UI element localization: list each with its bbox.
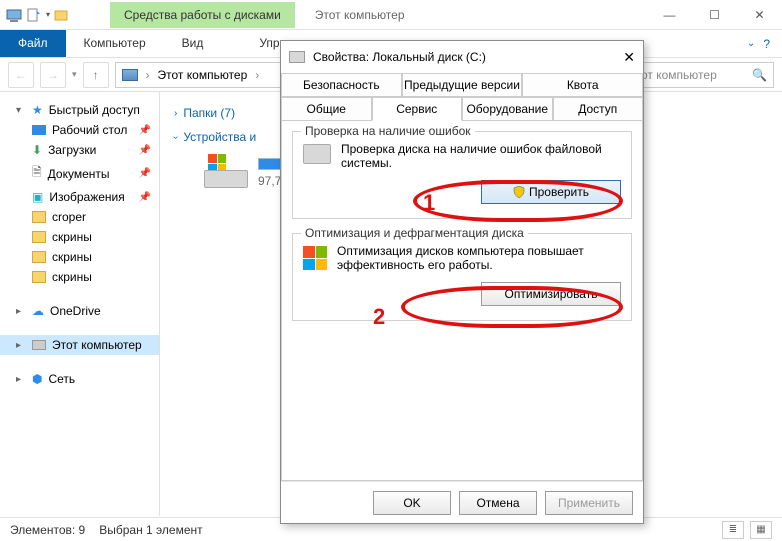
- defrag-icon: [303, 246, 327, 270]
- navigation-pane: ▾★Быстрый доступ Рабочий стол📌 ⬇Загрузки…: [0, 92, 160, 516]
- pc-icon: [32, 340, 46, 350]
- ribbon-expand-icon[interactable]: ⌄: [747, 38, 755, 49]
- breadcrumb-thispc[interactable]: Этот компьютер: [158, 68, 248, 82]
- shield-icon: [513, 186, 525, 198]
- status-selection: Выбран 1 элемент: [99, 523, 202, 537]
- folder-icon: [32, 251, 46, 263]
- document-icon: 🗎: [32, 163, 42, 184]
- sidebar-folder-croper[interactable]: croper: [0, 207, 159, 227]
- folder-icon: [32, 231, 46, 243]
- pin-icon: 📌: [139, 145, 151, 156]
- qat-properties-icon[interactable]: [26, 7, 42, 23]
- optimize-desc: Оптимизация дисков компьютера повышает э…: [337, 244, 621, 272]
- pictures-icon: ▣: [32, 190, 43, 204]
- sidebar-thispc[interactable]: ▸Этот компьютер: [0, 335, 159, 355]
- drive-icon: [204, 154, 248, 188]
- drive-icon: [289, 51, 305, 63]
- annotation-number-2: 2: [373, 304, 385, 330]
- folder-icon: [32, 271, 46, 283]
- file-menu[interactable]: Файл: [0, 30, 66, 57]
- cancel-button[interactable]: Отмена: [459, 491, 537, 515]
- apply-button[interactable]: Применить: [545, 491, 633, 515]
- cloud-icon: ☁: [32, 304, 44, 318]
- status-item-count: Элементов: 9: [10, 523, 85, 537]
- optimize-title: Оптимизация и дефрагментация диска: [301, 226, 528, 240]
- sidebar-folder-skriny[interactable]: скрины: [0, 267, 159, 287]
- hdd-icon: [303, 144, 331, 164]
- error-check-group: Проверка на наличие ошибок Проверка диск…: [292, 131, 632, 219]
- minimize-button[interactable]: —: [647, 0, 692, 30]
- tab-security[interactable]: Безопасность: [281, 73, 402, 97]
- pc-icon: [122, 69, 138, 81]
- close-button[interactable]: ✕: [737, 0, 782, 30]
- properties-dialog: Свойства: Локальный диск (C:) ✕ Безопасн…: [280, 40, 644, 524]
- nav-back-button[interactable]: ←: [8, 62, 34, 88]
- folder-icon: [32, 211, 46, 223]
- tab-previous-versions[interactable]: Предыдущие версии: [402, 73, 523, 97]
- sidebar-pictures[interactable]: ▣Изображения📌: [0, 187, 159, 207]
- sidebar-downloads[interactable]: ⬇Загрузки📌: [0, 140, 159, 160]
- optimize-button[interactable]: Оптимизировать: [481, 282, 621, 306]
- tab-sharing[interactable]: Доступ: [553, 97, 644, 121]
- optimize-group: Оптимизация и дефрагментация диска Оптим…: [292, 233, 632, 321]
- sidebar-folder-skriny[interactable]: скрины: [0, 247, 159, 267]
- tab-quota[interactable]: Квота: [522, 73, 643, 97]
- network-icon: ⬢: [32, 372, 42, 386]
- search-placeholder: от компьютер: [641, 68, 717, 82]
- dialog-title: Свойства: Локальный диск (C:): [313, 50, 486, 64]
- download-icon: ⬇: [32, 143, 42, 157]
- nav-up-button[interactable]: ↑: [83, 62, 109, 88]
- desktop-icon: [32, 125, 46, 135]
- tab-hardware[interactable]: Оборудование: [462, 97, 553, 121]
- chevron-right-icon[interactable]: ›: [144, 68, 152, 82]
- tab-general[interactable]: Общие: [281, 97, 372, 121]
- search-input[interactable]: от компьютер 🔍: [634, 62, 774, 88]
- menu-view[interactable]: Вид: [164, 30, 222, 57]
- check-button[interactable]: Проверить: [481, 180, 621, 204]
- window-title: Этот компьютер: [315, 8, 405, 22]
- search-icon: 🔍: [752, 68, 767, 82]
- view-tiles-button[interactable]: ▦: [750, 521, 772, 539]
- dialog-close-button[interactable]: ✕: [623, 49, 635, 66]
- view-details-button[interactable]: ≣: [722, 521, 744, 539]
- pin-icon: 📌: [139, 192, 151, 203]
- ok-button[interactable]: OK: [373, 491, 451, 515]
- qat-customize-icon[interactable]: ▾: [46, 10, 50, 19]
- ribbon-context-tab[interactable]: Средства работы с дисками: [110, 2, 295, 28]
- sidebar-network[interactable]: ▸⬢Сеть: [0, 369, 159, 389]
- chevron-right-icon: ›: [174, 108, 177, 119]
- sidebar-onedrive[interactable]: ▸☁OneDrive: [0, 301, 159, 321]
- sidebar-folder-skriny[interactable]: скрины: [0, 227, 159, 247]
- chevron-right-icon[interactable]: ›: [253, 68, 261, 82]
- error-check-title: Проверка на наличие ошибок: [301, 124, 475, 138]
- sidebar-quick-access[interactable]: ▾★Быстрый доступ: [0, 100, 159, 120]
- error-check-desc: Проверка диска на наличие ошибок файлово…: [341, 142, 621, 170]
- qat-newfolder-icon[interactable]: [54, 7, 70, 23]
- pin-icon: 📌: [139, 125, 151, 136]
- help-icon[interactable]: ?: [763, 37, 770, 51]
- pin-icon: 📌: [139, 168, 151, 179]
- nav-forward-button[interactable]: →: [40, 62, 66, 88]
- app-icon: [6, 7, 22, 23]
- tab-tools[interactable]: Сервис: [372, 97, 463, 121]
- sidebar-desktop[interactable]: Рабочий стол📌: [0, 120, 159, 140]
- nav-recent-icon[interactable]: ▾: [72, 69, 77, 80]
- sidebar-documents[interactable]: 🗎Документы📌: [0, 160, 159, 187]
- star-icon: ★: [32, 103, 43, 117]
- menu-computer[interactable]: Компьютер: [66, 30, 164, 57]
- maximize-button[interactable]: ☐: [692, 0, 737, 30]
- chevron-down-icon: ›: [170, 135, 181, 138]
